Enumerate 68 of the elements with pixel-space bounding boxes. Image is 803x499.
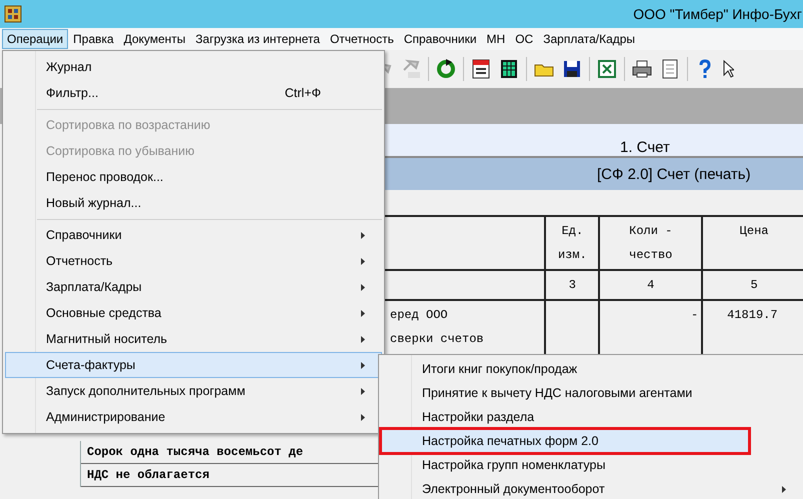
menu-item-label: Фильтр... xyxy=(46,86,98,100)
menu-item-label: Настройки раздела xyxy=(422,410,534,424)
menu-item-label: Новый журнал... xyxy=(46,196,142,210)
menu-bar-item[interactable]: Зарплата/Кадры xyxy=(538,29,640,49)
menu-item-label: Запуск дополнительных программ xyxy=(46,384,246,398)
submenu-arrow-icon xyxy=(361,362,365,368)
menu-item[interactable]: Счета-фактуры xyxy=(5,352,382,378)
table-cell-text: сверки счетов xyxy=(390,331,485,348)
submenu-arrow-icon xyxy=(361,388,365,394)
calendar-icon[interactable] xyxy=(470,58,492,80)
menu-item[interactable]: Основные средства xyxy=(5,300,382,326)
menu-item[interactable]: Принятие к вычету НДС налоговыми агентами xyxy=(381,381,803,405)
spreadsheet-icon[interactable] xyxy=(596,58,618,80)
menu-item[interactable]: Отчетность xyxy=(5,248,382,274)
column-header: Цена xyxy=(702,216,803,270)
menu-bar-item[interactable]: МН xyxy=(482,29,510,49)
band-title: 1. Счет xyxy=(620,139,670,156)
menu-bar-item[interactable]: Отчетность xyxy=(324,29,399,49)
menu-item[interactable]: Новый журнал... xyxy=(5,190,382,216)
menu-item-label: Справочники xyxy=(46,228,122,242)
submenu-arrow-icon xyxy=(361,232,365,238)
menu-item-label: Счета-фактуры xyxy=(46,358,136,372)
submenu-arrow-icon xyxy=(361,336,365,342)
menu-item-label: Отчетность xyxy=(46,254,113,268)
menu-item-label: Журнал xyxy=(46,60,92,74)
calculator-icon[interactable] xyxy=(498,58,520,80)
column-number: 3 xyxy=(545,270,600,300)
column-header: Ед. изм. xyxy=(545,216,600,270)
menu-bar-item[interactable]: Загрузка из интернета xyxy=(190,29,325,49)
menu-item[interactable]: Зарплата/Кадры xyxy=(5,274,382,300)
submenu-arrow-icon xyxy=(361,284,365,290)
submenu-arrow-icon xyxy=(782,486,786,492)
table-cell-text: еред ООО xyxy=(390,307,449,324)
refresh-icon[interactable] xyxy=(435,58,457,80)
menu-item-label: Перенос проводок... xyxy=(46,170,164,184)
menu-bar-item[interactable]: ОС xyxy=(510,29,538,49)
column-header: Коли - чество xyxy=(599,216,702,270)
menu-item-label: Итоги книг покупок/продаж xyxy=(422,362,578,376)
menu-item[interactable]: Настройка печатных форм 2.0 xyxy=(381,429,749,453)
menu-bar-item[interactable]: Правка xyxy=(68,29,119,49)
menu-item[interactable]: Справочники xyxy=(5,222,382,248)
menu-item[interactable]: Администрирование xyxy=(5,404,382,430)
menu-item[interactable]: Фильтр... Ctrl+Ф xyxy=(5,80,382,106)
menu-item-label: Сортировка по возрастанию xyxy=(46,118,210,132)
column-number: 4 xyxy=(599,270,702,300)
menu-item[interactable]: Настройки раздела xyxy=(381,405,803,429)
menu-item-label: Принятие к вычету НДС налоговыми агентами xyxy=(422,386,692,400)
menu-item[interactable]: Запуск дополнительных программ xyxy=(5,378,382,404)
submenu-arrow-icon xyxy=(361,258,365,264)
submenu-arrow-icon xyxy=(361,414,365,420)
menu-item[interactable]: Перенос проводок... xyxy=(5,164,382,190)
menu-item-label: Основные средства xyxy=(46,306,162,320)
menu-bar-item[interactable]: Операции xyxy=(2,29,68,49)
menu-item-label: Зарплата/Кадры xyxy=(46,280,142,294)
menu-item[interactable]: Магнитный носитель xyxy=(5,326,382,352)
window-title: ООО "Тимбер" Инфо-Бухг xyxy=(633,6,802,22)
submenu-arrow-icon xyxy=(361,310,365,316)
menu-bar-item[interactable]: Документы xyxy=(118,29,191,49)
menu-bar-item[interactable]: Справочники xyxy=(398,29,482,49)
menu-item-label: Магнитный носитель xyxy=(46,332,168,346)
shortcut-label: Ctrl+Ф xyxy=(284,86,321,100)
cursor-icon[interactable] xyxy=(722,58,734,80)
printer-icon[interactable] xyxy=(631,58,653,80)
menu-item[interactable]: Журнал xyxy=(5,54,382,80)
app-icon xyxy=(4,5,22,23)
form-title: [СФ 2.0] Счет (печать) xyxy=(597,166,751,182)
menu-item-label: Администрирование xyxy=(46,410,166,424)
menu-item-label: Сортировка по убыванию xyxy=(46,144,195,158)
